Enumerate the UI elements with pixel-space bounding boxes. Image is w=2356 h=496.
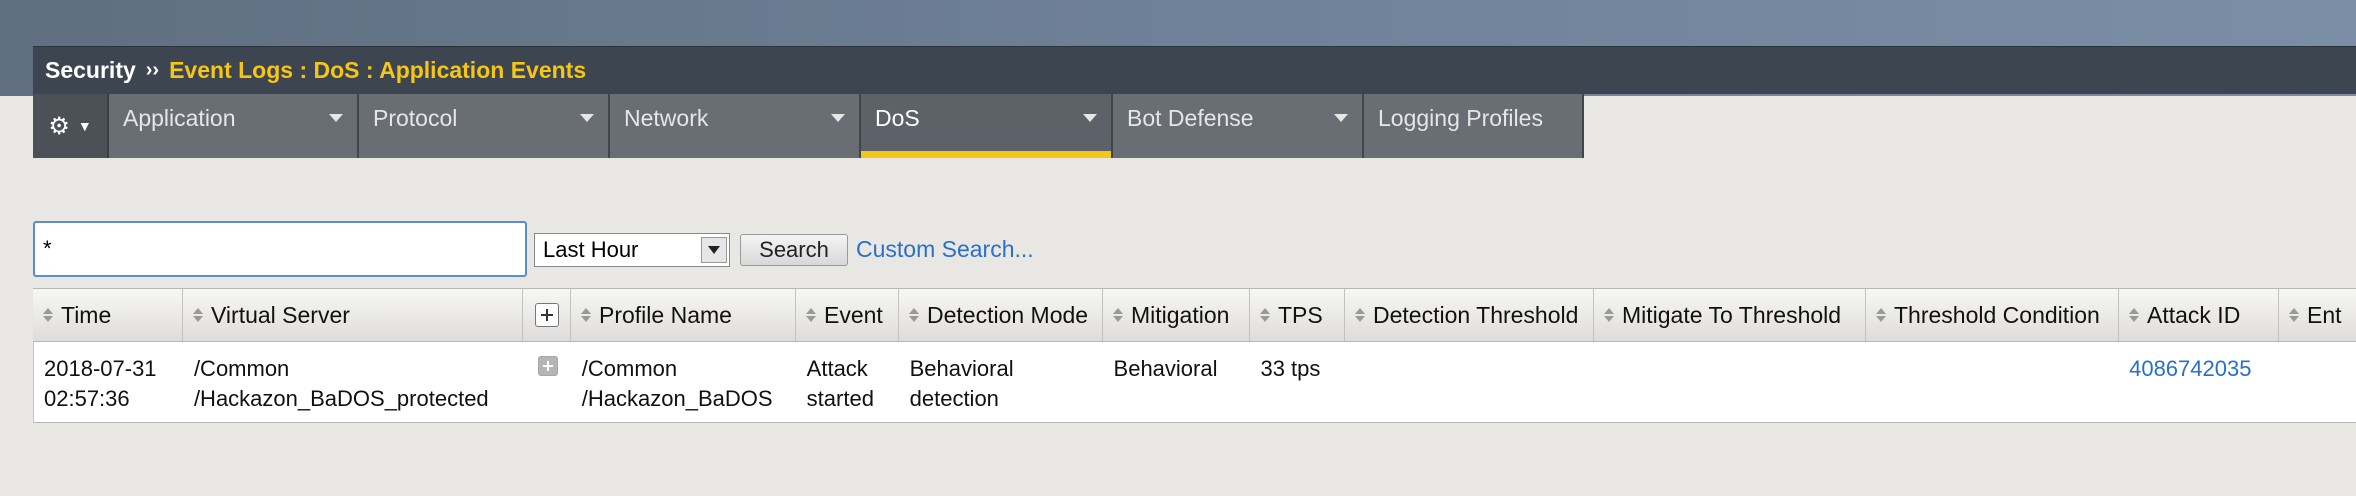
tab-label: Application [123,104,236,131]
column-header-threshold-condition[interactable]: Threshold Condition [1866,289,2119,341]
column-header-virtual-server[interactable]: Virtual Server [183,289,523,341]
cell-detection-mode: Behavioral detection [909,356,1014,411]
settings-menu-button[interactable]: ⚙ ▼ [33,94,109,158]
tab-logging-profiles[interactable]: Logging Profiles [1364,94,1584,158]
sort-icon [43,308,53,322]
sort-icon [1355,308,1365,322]
search-input[interactable] [33,221,527,277]
column-header-expand[interactable] [523,289,571,341]
cell-profile-name: /Common /Hackazon_BaDOS [581,356,773,411]
cell-time: 2018-07-31 02:57:36 [44,356,157,411]
sort-icon [1604,308,1614,322]
cell-event: Attack started [806,356,874,411]
column-header-time[interactable]: Time [33,289,183,341]
column-header-profile-name[interactable]: Profile Name [571,289,796,341]
column-header-tps[interactable]: TPS [1250,289,1345,341]
column-header-detection-threshold[interactable]: Detection Threshold [1345,289,1594,341]
cell-mitigation: Behavioral [1113,356,1218,381]
tab-label: Protocol [373,104,458,131]
cell-ent [2279,342,2356,422]
tab-network[interactable]: Network [610,94,861,158]
custom-search-link[interactable]: Custom Search... [856,236,1034,263]
breadcrumb-root[interactable]: Security [45,57,136,84]
column-header-mitigate-to-threshold[interactable]: Mitigate To Threshold [1594,289,1866,341]
chevron-down-icon [329,114,343,122]
sort-icon [2289,308,2299,322]
column-header-detection-mode[interactable]: Detection Mode [899,289,1103,341]
column-header-event[interactable]: Event [796,289,899,341]
tab-application[interactable]: Application [109,94,359,158]
time-range-select[interactable]: Last Hour [534,233,730,267]
section-menubar: ⚙ ▼ Application Protocol Network DoS Bot… [33,94,1584,158]
sort-icon [581,308,591,322]
sort-icon [1260,308,1270,322]
time-range-value: Last Hour [543,237,639,262]
breadcrumb: Security ›› Event Logs : DoS : Applicati… [33,46,2356,94]
expand-all-icon[interactable] [535,303,559,327]
column-header-ent[interactable]: Ent [2279,289,2356,341]
column-header-mitigation[interactable]: Mitigation [1103,289,1250,341]
chevron-down-icon [1334,114,1348,122]
events-table: Time Virtual Server Profile Name Event D… [33,288,2356,423]
sort-icon [193,308,203,322]
tab-protocol[interactable]: Protocol [359,94,610,158]
table-row[interactable]: 2018-07-31 02:57:36 /Common /Hackazon_Ba… [33,342,2356,423]
cell-tps: 33 tps [1260,356,1321,381]
chevron-down-icon: ▼ [77,118,92,134]
column-header-attack-id[interactable]: Attack ID [2119,289,2279,341]
cell-expand [524,342,572,422]
breadcrumb-current-page: Event Logs : DoS : Application Events [169,57,587,83]
cell-threshold-condition [1866,342,2119,422]
search-button[interactable]: Search [740,234,848,266]
chevron-down-icon [1083,114,1097,122]
attack-id-link[interactable]: 4086742035 [2129,356,2251,381]
gear-icon: ⚙ [48,112,70,140]
chevron-down-icon [580,114,594,122]
expand-row-icon[interactable] [537,356,558,376]
chevron-down-icon [831,114,845,122]
cell-virtual-server: /Common /Hackazon_BaDOS_protected [193,356,489,411]
sort-icon [1876,308,1886,322]
breadcrumb-separator: ›› [145,59,160,81]
sort-icon [909,308,919,322]
tab-label: Bot Defense [1127,104,1254,131]
sort-icon [806,308,816,322]
sort-icon [1113,308,1123,322]
table-header-row: Time Virtual Server Profile Name Event D… [33,288,2356,342]
tab-label: Network [624,104,709,131]
cell-attack-id: 4086742035 [2119,342,2279,422]
tab-bot-defense[interactable]: Bot Defense [1113,94,1364,158]
tab-dos[interactable]: DoS [861,94,1113,158]
sort-icon [2129,308,2139,322]
cell-detection-threshold [1345,342,1594,422]
cell-mitigate-to-threshold [1594,342,1866,422]
dropdown-arrow-icon[interactable] [701,237,727,263]
tab-label: Logging Profiles [1378,104,1543,131]
tab-label: DoS [875,104,920,131]
